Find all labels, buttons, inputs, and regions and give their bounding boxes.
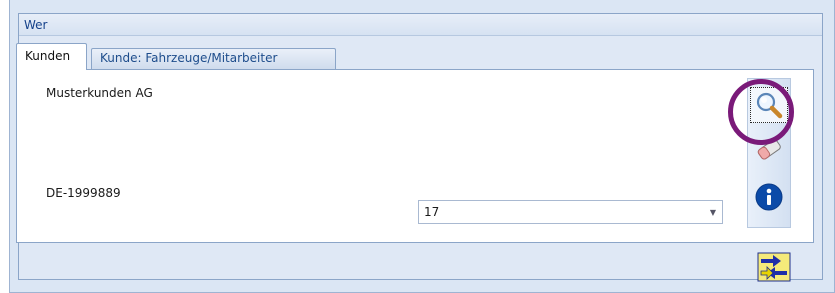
customer-id: DE-1999889 [46, 186, 121, 200]
tab-kunden[interactable]: Kunden [16, 43, 87, 70]
info-icon [755, 183, 783, 211]
tab-panel-kunden: Musterkunden AG DE-1999889 17 ▼ [16, 69, 814, 243]
info-button[interactable] [750, 179, 788, 215]
tab-kunde-fahrzeuge-mitarbeiter[interactable]: Kunde: Fahrzeuge/Mitarbeiter [91, 48, 336, 69]
combobox-value: 17 [424, 205, 440, 219]
highlight-ring [728, 79, 794, 145]
group-title: Wer [19, 14, 822, 36]
selection-combobox[interactable]: 17 ▼ [418, 200, 723, 224]
chevron-down-icon[interactable]: ▼ [704, 201, 722, 223]
customer-name: Musterkunden AG [46, 86, 153, 100]
transfer-button[interactable] [757, 250, 791, 284]
transfer-arrows-icon [757, 252, 791, 282]
